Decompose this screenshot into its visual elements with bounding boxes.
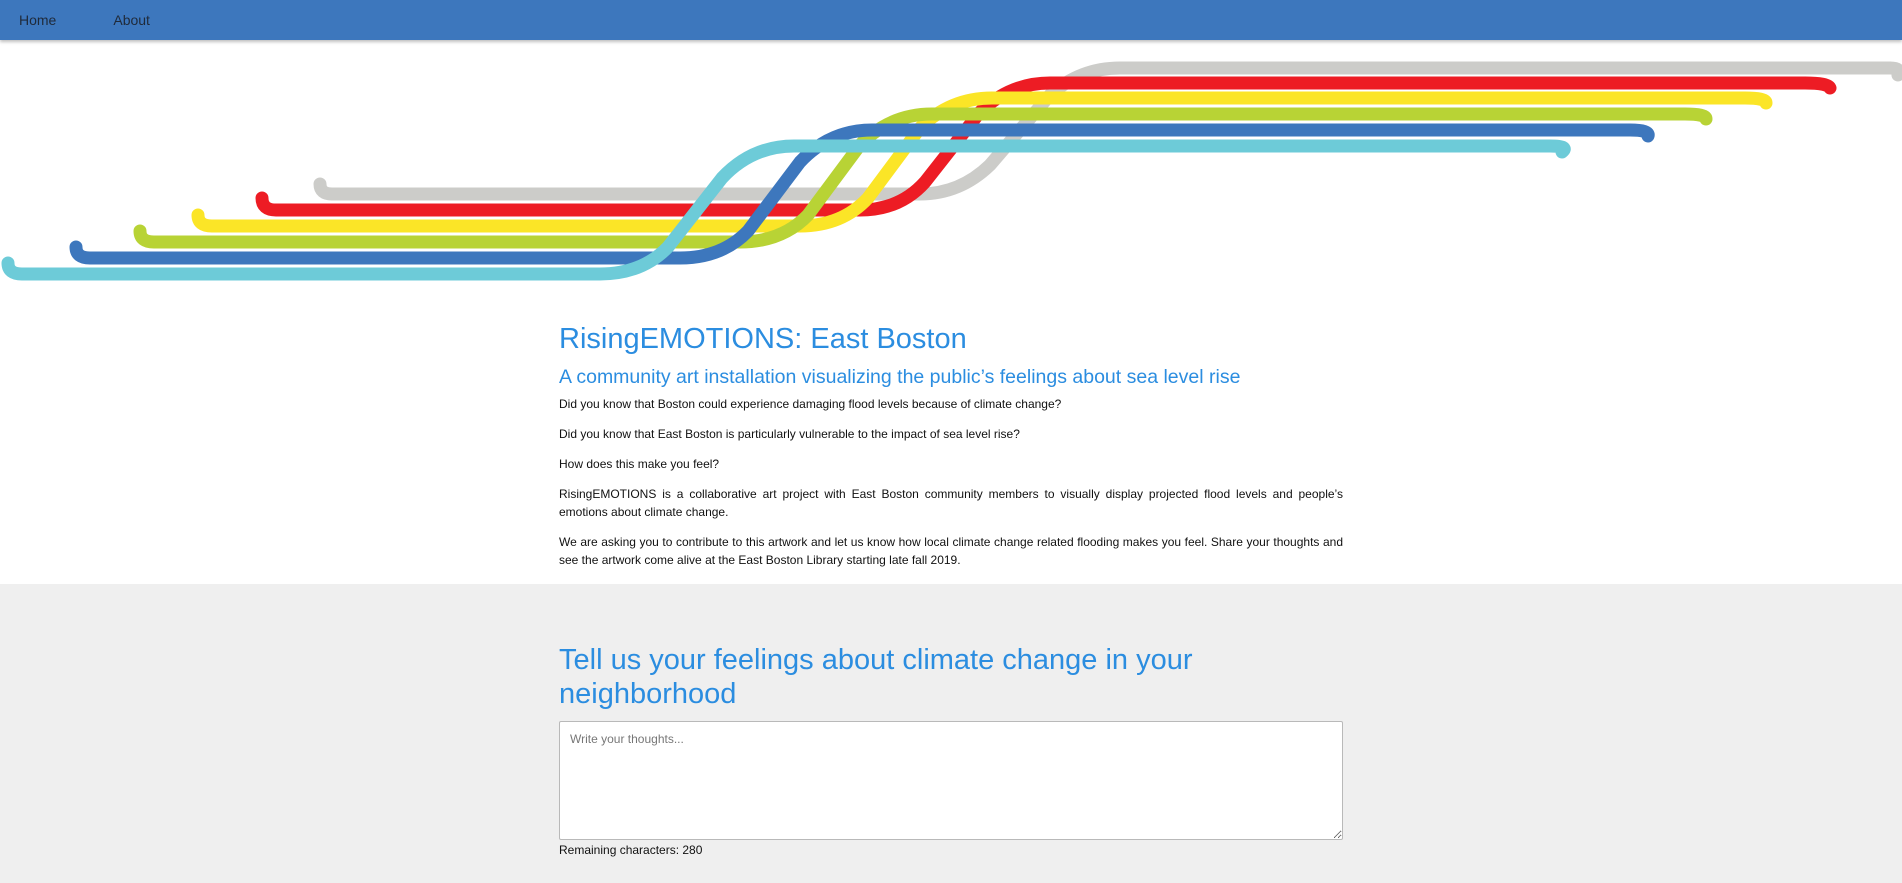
hero-wave-lines-art: [1, 61, 1902, 281]
nav-about-link[interactable]: About: [75, 0, 169, 40]
page-subtitle: A community art installation visualizing…: [559, 366, 1241, 388]
intro-paragraph: RisingEMOTIONS is a collaborative art pr…: [559, 487, 1343, 519]
form-title: Tell us your feelings about climate chan…: [559, 644, 1193, 710]
remaining-characters-counter: Remaining characters: 280: [559, 843, 703, 857]
intro-paragraph: We are asking you to contribute to this …: [559, 535, 1343, 567]
intro-paragraph: Did you know that East Boston is particu…: [559, 427, 1020, 441]
thoughts-textarea[interactable]: [559, 721, 1343, 840]
feelings-form: Tell us your feelings about climate chan…: [559, 643, 1343, 858]
top-navbar: Home About: [0, 0, 1902, 40]
feelings-form-section: Tell us your feelings about climate chan…: [0, 584, 1902, 883]
intro-paragraph: How does this make you feel?: [559, 457, 720, 471]
intro-section: RisingEMOTIONS: East Boston A community …: [559, 322, 1343, 569]
intro-paragraph: Did you know that Boston could experienc…: [559, 397, 1062, 411]
page-title: RisingEMOTIONS: East Boston: [559, 323, 967, 355]
nav-home-link[interactable]: Home: [0, 0, 75, 40]
